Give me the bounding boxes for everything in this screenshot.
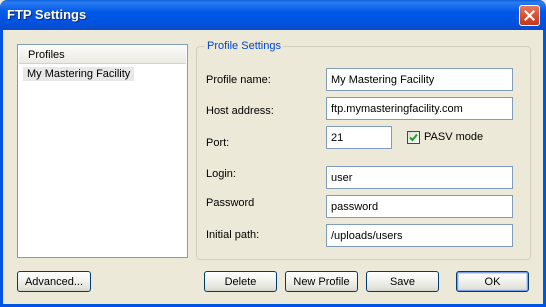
checkmark-icon bbox=[409, 133, 418, 142]
port-field[interactable] bbox=[326, 126, 392, 149]
delete-button[interactable]: Delete bbox=[204, 271, 277, 292]
advanced-button[interactable]: Advanced... bbox=[17, 271, 91, 292]
save-button[interactable]: Save bbox=[366, 271, 439, 292]
profile-settings-label: Profile Settings bbox=[205, 40, 283, 52]
login-field[interactable] bbox=[326, 166, 513, 189]
login-label: Login: bbox=[206, 168, 236, 180]
window-title: FTP Settings bbox=[7, 7, 87, 22]
new-profile-button[interactable]: New Profile bbox=[285, 271, 358, 292]
ok-button[interactable]: OK bbox=[456, 271, 529, 292]
profiles-list[interactable]: Profiles My Mastering Facility bbox=[17, 44, 188, 258]
initial-path-label: Initial path: bbox=[206, 229, 260, 241]
initial-path-field[interactable] bbox=[326, 224, 513, 247]
close-button[interactable] bbox=[519, 5, 540, 26]
pasv-mode-checkbox[interactable] bbox=[407, 131, 420, 144]
profiles-list-header[interactable]: Profiles bbox=[19, 46, 186, 64]
password-label: Password bbox=[206, 197, 255, 209]
profile-name-field[interactable] bbox=[326, 68, 513, 91]
list-item[interactable]: My Mastering Facility bbox=[23, 67, 135, 81]
host-address-label: Host address: bbox=[206, 105, 274, 117]
host-address-field[interactable] bbox=[326, 97, 513, 120]
profile-name-label: Profile name: bbox=[206, 74, 271, 86]
close-icon bbox=[524, 10, 535, 21]
password-field[interactable] bbox=[326, 195, 513, 218]
port-label: Port: bbox=[206, 137, 230, 149]
pasv-mode-label[interactable]: PASV mode bbox=[424, 131, 483, 143]
title-bar[interactable]: FTP Settings bbox=[0, 0, 546, 30]
